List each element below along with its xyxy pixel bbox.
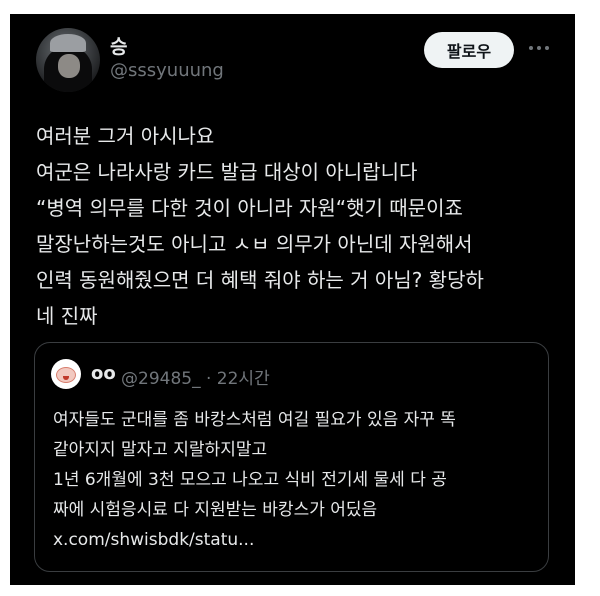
tweet-text-line: 인력 동원해줬으면 더 혜택 줘야 하는 거 아님? 황당하 — [36, 268, 484, 292]
quoted-avatar-character — [56, 367, 76, 383]
quoted-text-line: 1년 6개월에 3천 모으고 나오고 식비 전기세 물세 다 공 — [53, 470, 447, 490]
avatar-hat — [50, 34, 86, 52]
quoted-link[interactable]: x.com/shwisbdk/statu... — [53, 525, 543, 555]
tweet-text: 여러분 그거 아시나요 여군은 나라사랑 카드 발급 대상이 아니랍니다 “병역… — [36, 118, 566, 334]
quoted-meta: @29485_ · 22시간 — [121, 369, 270, 389]
quoted-text-line: 같아지지 말자고 지랄하지말고 — [53, 440, 268, 460]
tweet-text-line: 여군은 나라사랑 카드 발급 대상이 아니랍니다 — [36, 160, 418, 184]
follow-button[interactable]: 팔로우 — [424, 32, 514, 68]
avatar-face — [58, 54, 80, 78]
quoted-tweet[interactable]: oo @29485_ · 22시간 여자들도 군대를 좀 바캉스처럼 여길 필요… — [34, 342, 549, 572]
quoted-avatar[interactable] — [51, 359, 81, 389]
tweet-text-line: 네 진짜 — [36, 304, 98, 328]
quoted-text-line: 여자들도 군대를 좀 바캉스처럼 여길 필요가 있음 자꾸 똑 — [53, 410, 456, 430]
author-handle[interactable]: @sssyuuung — [110, 60, 224, 81]
quoted-author-name[interactable]: oo — [91, 363, 116, 384]
author-name[interactable]: 승 — [110, 32, 127, 59]
more-dot — [545, 46, 549, 50]
tweet-card: 승 @sssyuuung 팔로우 여러분 그거 아시나요 여군은 나라사랑 카드… — [10, 14, 575, 585]
more-dot — [537, 46, 541, 50]
tweet-text-line: 여러분 그거 아시나요 — [36, 124, 215, 148]
more-horizontal-icon[interactable] — [524, 36, 554, 60]
quoted-text-line: 짜에 시험응시료 다 지원받는 바캉스가 어딨음 — [53, 500, 378, 520]
quoted-text: 여자들도 군대를 좀 바캉스처럼 여길 필요가 있음 자꾸 똑 같아지지 말자고… — [53, 405, 543, 555]
more-dot — [529, 46, 533, 50]
avatar[interactable] — [36, 28, 100, 92]
tweet-text-line: 말장난하는것도 아니고 ㅅㅂ 의무가 아닌데 자원해서 — [36, 232, 473, 256]
tweet-text-line: “병역 의무를 다한 것이 아니라 자원“햇기 때문이죠 — [36, 196, 463, 220]
